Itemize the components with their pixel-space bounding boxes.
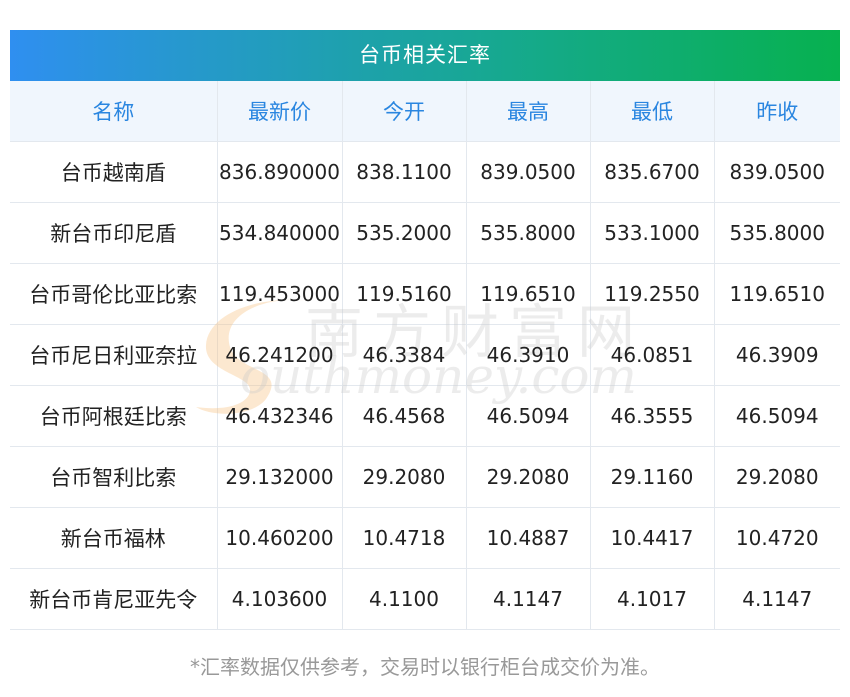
table-title: 台币相关汇率 [10,30,840,81]
currency-name-cell: 台币尼日利亚奈拉 [10,324,218,386]
prev-close-cell: 10.4720 [714,507,840,569]
table-row: 新台币福林 10.460200 10.4718 10.4887 10.4417 … [10,507,840,569]
table-row: 台币哥伦比亚比索 119.453000 119.5160 119.6510 11… [10,263,840,325]
table-row: 新台币肯尼亚先令 4.103600 4.1100 4.1147 4.1017 4… [10,568,840,630]
table-row: 台币阿根廷比索 46.432346 46.4568 46.5094 46.355… [10,385,840,447]
high-price-cell: 839.0500 [466,141,591,203]
table-row: 台币尼日利亚奈拉 46.241200 46.3384 46.3910 46.08… [10,324,840,386]
open-price-cell: 4.1100 [342,568,467,630]
table-row: 台币智利比索 29.132000 29.2080 29.2080 29.1160… [10,446,840,508]
open-price-cell: 535.2000 [342,202,467,264]
high-price-cell: 119.6510 [466,263,591,325]
latest-price-cell: 29.132000 [217,446,343,508]
latest-price-cell: 10.460200 [217,507,343,569]
latest-price-cell: 46.432346 [217,385,343,447]
low-price-cell: 29.1160 [590,446,715,508]
prev-close-cell: 46.3909 [714,324,840,386]
exchange-rate-table: 名称 最新价 今开 最高 最低 昨收 台币越南盾 836.890000 838.… [10,81,840,630]
open-price-cell: 46.4568 [342,385,467,447]
column-header-name: 名称 [10,81,218,142]
prev-close-cell: 535.8000 [714,202,840,264]
prev-close-cell: 4.1147 [714,568,840,630]
currency-name-cell: 台币智利比索 [10,446,218,508]
exchange-rate-page: 台币相关汇率 名称 最新价 今开 最高 最低 昨收 台币越南盾 836.8900… [0,0,850,697]
high-price-cell: 4.1147 [466,568,591,630]
high-price-cell: 10.4887 [466,507,591,569]
low-price-cell: 46.0851 [590,324,715,386]
low-price-cell: 10.4417 [590,507,715,569]
column-header-open: 今开 [342,81,467,142]
latest-price-cell: 836.890000 [217,141,343,203]
open-price-cell: 10.4718 [342,507,467,569]
currency-name-cell: 台币哥伦比亚比索 [10,263,218,325]
high-price-cell: 29.2080 [466,446,591,508]
currency-name-cell: 新台币肯尼亚先令 [10,568,218,630]
disclaimer-footnote: *汇率数据仅供参考，交易时以银行柜台成交价为准。 [190,655,660,679]
latest-price-cell: 119.453000 [217,263,343,325]
low-price-cell: 119.2550 [590,263,715,325]
open-price-cell: 838.1100 [342,141,467,203]
high-price-cell: 535.8000 [466,202,591,264]
currency-name-cell: 台币越南盾 [10,141,218,203]
prev-close-cell: 46.5094 [714,385,840,447]
low-price-cell: 46.3555 [590,385,715,447]
low-price-cell: 835.6700 [590,141,715,203]
table-row: 新台币印尼盾 534.840000 535.2000 535.8000 533.… [10,202,840,264]
column-header-high: 最高 [466,81,591,142]
prev-close-cell: 29.2080 [714,446,840,508]
latest-price-cell: 46.241200 [217,324,343,386]
latest-price-cell: 534.840000 [217,202,343,264]
currency-name-cell: 台币阿根廷比索 [10,385,218,447]
open-price-cell: 29.2080 [342,446,467,508]
column-header-prev-close: 昨收 [714,81,840,142]
table-header-row: 名称 最新价 今开 最高 最低 昨收 [10,81,840,142]
prev-close-cell: 839.0500 [714,141,840,203]
open-price-cell: 119.5160 [342,263,467,325]
low-price-cell: 533.1000 [590,202,715,264]
prev-close-cell: 119.6510 [714,263,840,325]
high-price-cell: 46.5094 [466,385,591,447]
currency-name-cell: 新台币福林 [10,507,218,569]
low-price-cell: 4.1017 [590,568,715,630]
column-header-latest: 最新价 [217,81,343,142]
column-header-low: 最低 [590,81,715,142]
high-price-cell: 46.3910 [466,324,591,386]
latest-price-cell: 4.103600 [217,568,343,630]
open-price-cell: 46.3384 [342,324,467,386]
currency-name-cell: 新台币印尼盾 [10,202,218,264]
table-row: 台币越南盾 836.890000 838.1100 839.0500 835.6… [10,141,840,203]
